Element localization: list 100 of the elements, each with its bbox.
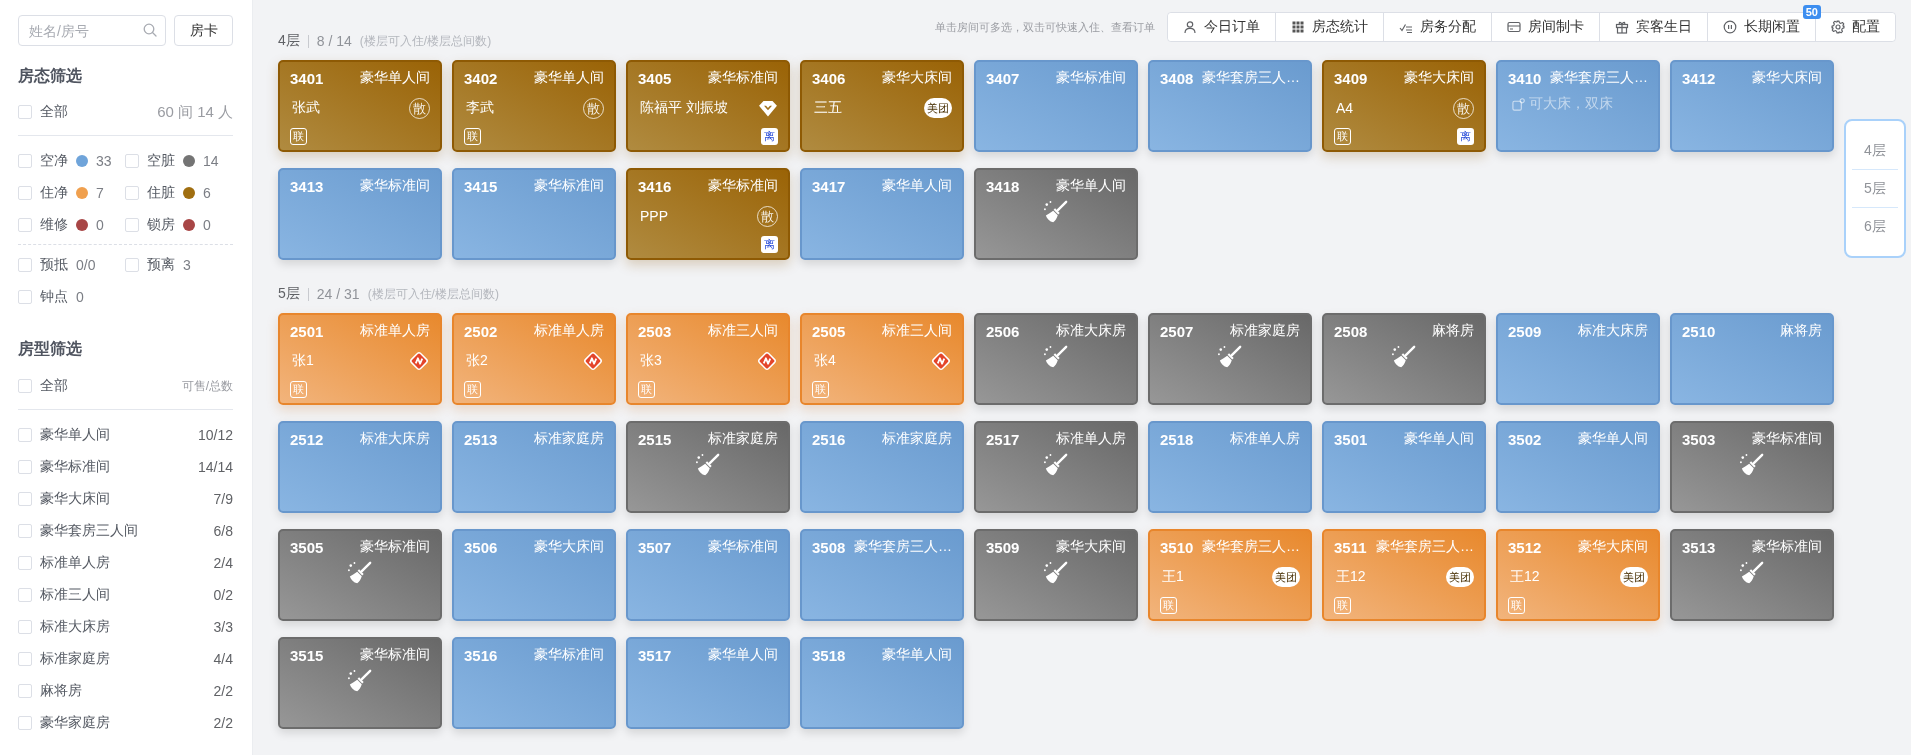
checkbox[interactable] [18,652,32,666]
room-card[interactable]: 3407 豪华标准间 [974,60,1138,152]
filter-label: 全部 [40,377,68,395]
room-card[interactable]: 3511 豪华套房三人… 王12 美团 联 [1322,529,1486,621]
room-type: 豪华单人间 [1578,430,1648,448]
room-card[interactable]: 2512 标准大床房 [278,421,442,513]
checkbox[interactable] [18,258,32,272]
checkbox[interactable] [18,588,32,602]
room-card[interactable]: 3410 豪华套房三人… 可大床，双床 [1496,60,1660,152]
search-field[interactable]: 姓名/房号 [18,15,166,46]
room-card[interactable]: 3408 豪华套房三人… [1148,60,1312,152]
checkbox[interactable] [18,620,32,634]
checkbox[interactable] [18,684,32,698]
room-card[interactable]: 2509 标准大床房 [1496,313,1660,405]
section-title: 房型筛选 [18,339,83,359]
room-card[interactable]: 3406 豪华大床间 三五 美团 [800,60,964,152]
room-card[interactable]: 2503 标准三人间 张3 联 [626,313,790,405]
room-card[interactable]: 2516 标准家庭房 [800,421,964,513]
person-icon [1183,20,1197,34]
filter-count: 3 [183,257,191,273]
room-card[interactable]: 3516 豪华标准间 [452,637,616,729]
filter-label: 预离 [147,256,175,274]
room-card[interactable]: 3507 豪华标准间 [626,529,790,621]
diamond-icon [758,99,778,117]
room-card[interactable]: 2513 标准家庭房 [452,421,616,513]
filter-label: 空净 [40,152,68,170]
room-type: 麻将房 [1780,322,1822,340]
room-card[interactable]: 3412 豪华大床间 [1670,60,1834,152]
room-card[interactable]: 3405 豪华标准间 陈福平 刘振坡 离 [626,60,790,152]
room-card[interactable]: 2517 标准单人房 [974,421,1138,513]
room-card[interactable]: 3415 豪华标准间 [452,168,616,260]
checkbox[interactable] [18,290,32,304]
floor-nav-item[interactable]: 5层 [1852,170,1898,207]
checkbox[interactable] [125,258,139,272]
room-card[interactable]: 2501 标准单人房 张1 联 [278,313,442,405]
checkbox[interactable] [18,716,32,730]
room-type: 豪华标准间 [708,177,778,195]
room-number: 3510 [1160,538,1194,556]
room-card[interactable]: 3508 豪华套房三人… [800,529,964,621]
room-number: 3516 [464,646,498,664]
filter-count: 0/2 [213,587,233,603]
gift-icon [1615,20,1629,34]
room-card[interactable]: 3401 豪华单人间 张武 散 联 [278,60,442,152]
room-card[interactable]: 3409 豪华大床间 A4 散 联 离 [1322,60,1486,152]
checkbox[interactable] [18,460,32,474]
room-type: 豪华单人间 [1404,430,1474,448]
checkbox[interactable] [125,186,139,200]
room-card[interactable]: 3512 豪华大床间 王12 美团 联 [1496,529,1660,621]
linked-tag: 联 [1334,127,1351,145]
checkbox[interactable] [18,492,32,506]
room-number: 3517 [638,646,672,664]
room-card[interactable]: 2506 标准大床房 [974,313,1138,405]
floor-nav-item[interactable]: 6层 [1852,208,1898,245]
room-number: 2506 [986,322,1020,340]
linked-tag: 联 [638,380,655,398]
checkbox[interactable] [18,556,32,570]
room-card[interactable]: 3515 豪华标准间 [278,637,442,729]
floor-label: 4层 [278,32,300,50]
checkbox[interactable] [18,154,32,168]
room-card[interactable]: 2510 麻将房 [1670,313,1834,405]
room-card[interactable]: 3505 豪华标准间 [278,529,442,621]
floor-nav-item[interactable]: 4层 [1852,132,1898,169]
room-card[interactable]: 2507 标准家庭房 [1148,313,1312,405]
guest-name: 张4 [813,352,836,370]
room-card[interactable]: 3413 豪华标准间 [278,168,442,260]
room-card[interactable]: 2508 麻将房 [1322,313,1486,405]
room-card[interactable]: 3503 豪华标准间 [1670,421,1834,513]
room-card[interactable]: 3502 豪华单人间 [1496,421,1660,513]
broom-icon [695,453,721,477]
room-card-button[interactable]: 房卡 [174,15,233,46]
room-card[interactable]: 3506 豪华大床间 [452,529,616,621]
room-card[interactable]: 2515 标准家庭房 [626,421,790,513]
checkbox[interactable] [18,218,32,232]
room-number: 2509 [1508,322,1542,340]
filter-label: 锁房 [147,216,175,234]
linked-tag: 联 [1160,596,1177,614]
room-card[interactable]: 3510 豪华套房三人… 王1 美团 联 [1148,529,1312,621]
checkbox[interactable] [125,218,139,232]
room-card[interactable]: 3518 豪华单人间 [800,637,964,729]
room-type: 豪华大床间 [1578,538,1648,556]
checkbox[interactable] [18,186,32,200]
room-card[interactable]: 3402 豪华单人间 李武 散 联 [452,60,616,152]
room-card[interactable]: 2505 标准三人间 张4 联 [800,313,964,405]
floor-count: 24 / 31 [316,286,360,302]
room-card[interactable]: 3417 豪华单人间 [800,168,964,260]
room-card[interactable]: 3517 豪华单人间 [626,637,790,729]
room-card[interactable]: 3509 豪华大床间 [974,529,1138,621]
room-card[interactable]: 3513 豪华标准间 [1670,529,1834,621]
room-card[interactable]: 2502 标准单人房 张2 联 [452,313,616,405]
checkbox[interactable] [18,105,32,119]
linked-tag: 联 [464,127,481,145]
checkbox[interactable] [18,524,32,538]
room-card[interactable]: 2518 标准单人房 [1148,421,1312,513]
room-card[interactable]: 3501 豪华单人间 [1322,421,1486,513]
room-card[interactable]: 3418 豪华单人间 [974,168,1138,260]
checkbox[interactable] [125,154,139,168]
checkbox[interactable] [18,379,32,393]
checkbox[interactable] [18,428,32,442]
room-card[interactable]: 3416 豪华标准间 PPP 散 离 [626,168,790,260]
room-number: 2501 [290,322,324,340]
